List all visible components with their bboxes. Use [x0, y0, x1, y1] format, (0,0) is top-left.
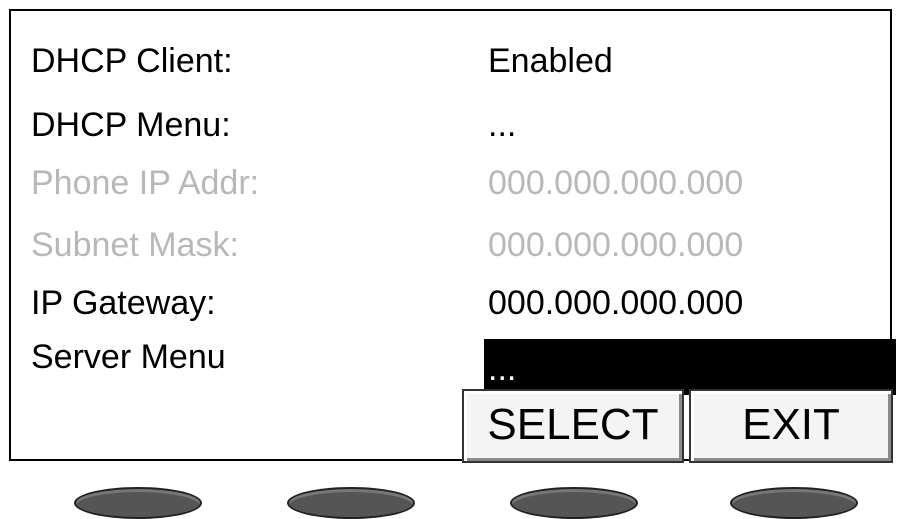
server-menu-row[interactable]: Server Menu ...: [31, 331, 896, 395]
server-menu-value: ...: [484, 339, 896, 395]
ip-gateway-row[interactable]: IP Gateway: 000.000.000.000: [31, 277, 891, 329]
dhcp-menu-label: DHCP Menu:: [31, 106, 231, 144]
ip-gateway-value: 000.000.000.000: [488, 284, 744, 322]
softkey-3-button[interactable]: [510, 487, 638, 519]
softkey-bar: SELECT EXIT: [459, 389, 893, 465]
hardware-softkey-buttons: [0, 478, 901, 519]
subnet-mask-value: 000.000.000.000: [488, 226, 744, 264]
dhcp-menu-row[interactable]: DHCP Menu: ...: [31, 99, 891, 151]
softkey-2-button[interactable]: [287, 487, 415, 519]
softkey-4-button[interactable]: [730, 487, 858, 519]
dhcp-client-value: Enabled: [488, 42, 613, 80]
phone-ip-addr-value: 000.000.000.000: [488, 164, 744, 202]
dhcp-client-row[interactable]: DHCP Client: Enabled: [31, 35, 891, 87]
exit-softkey[interactable]: EXIT: [689, 389, 893, 463]
phone-ip-addr-label: Phone IP Addr:: [31, 164, 260, 202]
ip-gateway-label: IP Gateway:: [31, 284, 216, 322]
subnet-mask-label: Subnet Mask:: [31, 226, 239, 264]
lcd-screen: DHCP Client: Enabled DHCP Menu: ... Phon…: [9, 9, 896, 463]
server-menu-label: Server Menu: [31, 338, 226, 376]
softkey-1-button[interactable]: [74, 487, 202, 519]
phone-ip-addr-row: Phone IP Addr: 000.000.000.000: [31, 157, 891, 209]
dhcp-menu-value: ...: [488, 106, 517, 144]
subnet-mask-row: Subnet Mask: 000.000.000.000: [31, 219, 891, 271]
dhcp-client-label: DHCP Client:: [31, 42, 233, 80]
select-softkey[interactable]: SELECT: [462, 389, 684, 463]
